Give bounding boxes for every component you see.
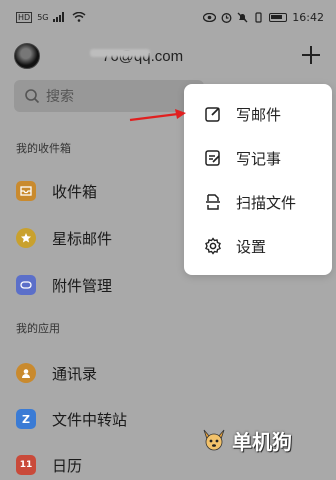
menu-item-label: 扫描文件 xyxy=(236,193,297,212)
file-transfer-icon: Z xyxy=(16,409,36,429)
hd-indicator: HD xyxy=(16,11,33,23)
note-icon xyxy=(205,150,220,166)
menu-item-label: 设置 xyxy=(236,237,267,256)
mailbox-section-title: 我的收件箱 xyxy=(16,142,71,155)
search-icon xyxy=(25,89,40,104)
add-menu-popup: 写邮件 写记事 扫描文件 设置 xyxy=(184,84,332,275)
search-placeholder: 搜索 xyxy=(46,89,74,105)
nav-item-calendar[interactable]: 11 日历 xyxy=(16,450,82,480)
annotation-arrow-icon xyxy=(129,109,186,122)
wifi-icon xyxy=(73,12,86,22)
add-button[interactable] xyxy=(300,44,322,66)
menu-item-settings[interactable]: 设置 xyxy=(184,224,332,268)
watermark-text: 单机狗 xyxy=(232,430,292,454)
nav-item-file-transfer[interactable]: Z 文件中转站 xyxy=(16,404,127,434)
dog-logo-icon xyxy=(203,429,225,450)
scan-icon xyxy=(206,194,220,210)
account-bar: 76@qq.com xyxy=(0,38,336,74)
avatar[interactable] xyxy=(14,43,40,69)
menu-item-scan[interactable]: 扫描文件 xyxy=(184,180,332,224)
nav-item-label: 收件箱 xyxy=(52,182,98,201)
compose-icon xyxy=(205,107,220,122)
calendar-icon: 11 xyxy=(16,455,36,475)
nav-item-label: 日历 xyxy=(52,456,83,475)
nav-item-label: 通讯录 xyxy=(52,364,98,383)
star-icon xyxy=(16,228,36,248)
nav-item-label: 附件管理 xyxy=(52,276,113,295)
nav-item-label: 星标邮件 xyxy=(52,229,113,248)
inbox-icon xyxy=(16,181,36,201)
nav-item-contacts[interactable]: 通讯录 xyxy=(16,358,97,388)
menu-item-label: 写邮件 xyxy=(236,105,282,124)
app-screen: HD 5G 16:42 76@qq.com 搜索 我的收件箱 收件箱 xyxy=(0,0,336,480)
menu-item-note[interactable]: 写记事 xyxy=(184,136,332,180)
email-redaction xyxy=(90,49,150,57)
contacts-icon xyxy=(16,363,36,383)
nav-item-starred[interactable]: 星标邮件 xyxy=(16,223,112,253)
apps-section-title: 我的应用 xyxy=(16,322,60,335)
battery-icon xyxy=(269,12,288,22)
settings-icon xyxy=(205,237,221,255)
menu-item-label: 写记事 xyxy=(236,149,282,168)
attachment-icon xyxy=(16,275,36,295)
nav-item-attachments[interactable]: 附件管理 xyxy=(16,270,112,300)
nav-item-inbox[interactable]: 收件箱 xyxy=(16,176,97,206)
signal-icon xyxy=(53,12,65,22)
menu-item-compose[interactable]: 写邮件 xyxy=(184,92,332,136)
status-time: 16:42 xyxy=(292,10,324,24)
vibrate-icon xyxy=(255,11,262,23)
mute-icon xyxy=(237,12,248,22)
nav-item-label: 文件中转站 xyxy=(52,410,128,429)
network-indicator: 5G xyxy=(37,12,49,22)
watermark: 单机狗 xyxy=(200,426,292,455)
alarm-icon xyxy=(221,12,232,23)
status-bar: HD 5G 16:42 xyxy=(0,0,336,34)
eye-icon xyxy=(203,12,217,22)
